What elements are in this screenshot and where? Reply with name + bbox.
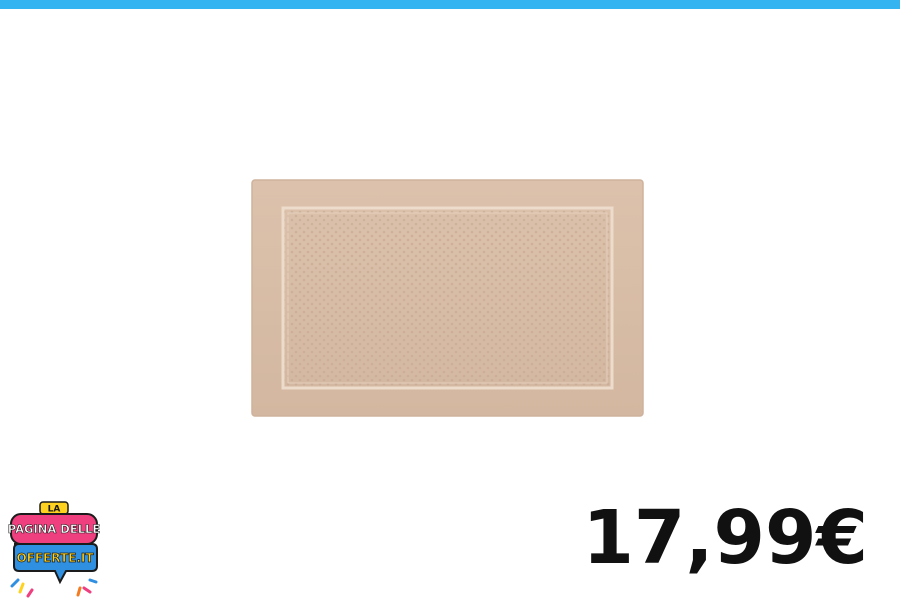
logo-pagina-text: PAGINA DELLE: [8, 522, 100, 536]
product-image-bath-mat: [251, 179, 644, 417]
page: LA PAGINA DELLE OFFERTE.IT 17,99€: [0, 0, 900, 600]
logo-offerte-text: OFFERTE.IT: [16, 551, 94, 565]
top-accent-bar: [0, 0, 900, 9]
bath-mat-inner-field: [283, 208, 612, 388]
product-price: 17,99€: [582, 495, 868, 581]
site-logo[interactable]: LA PAGINA DELLE OFFERTE.IT: [8, 500, 100, 598]
logo-sparkles-icon: [10, 578, 98, 598]
